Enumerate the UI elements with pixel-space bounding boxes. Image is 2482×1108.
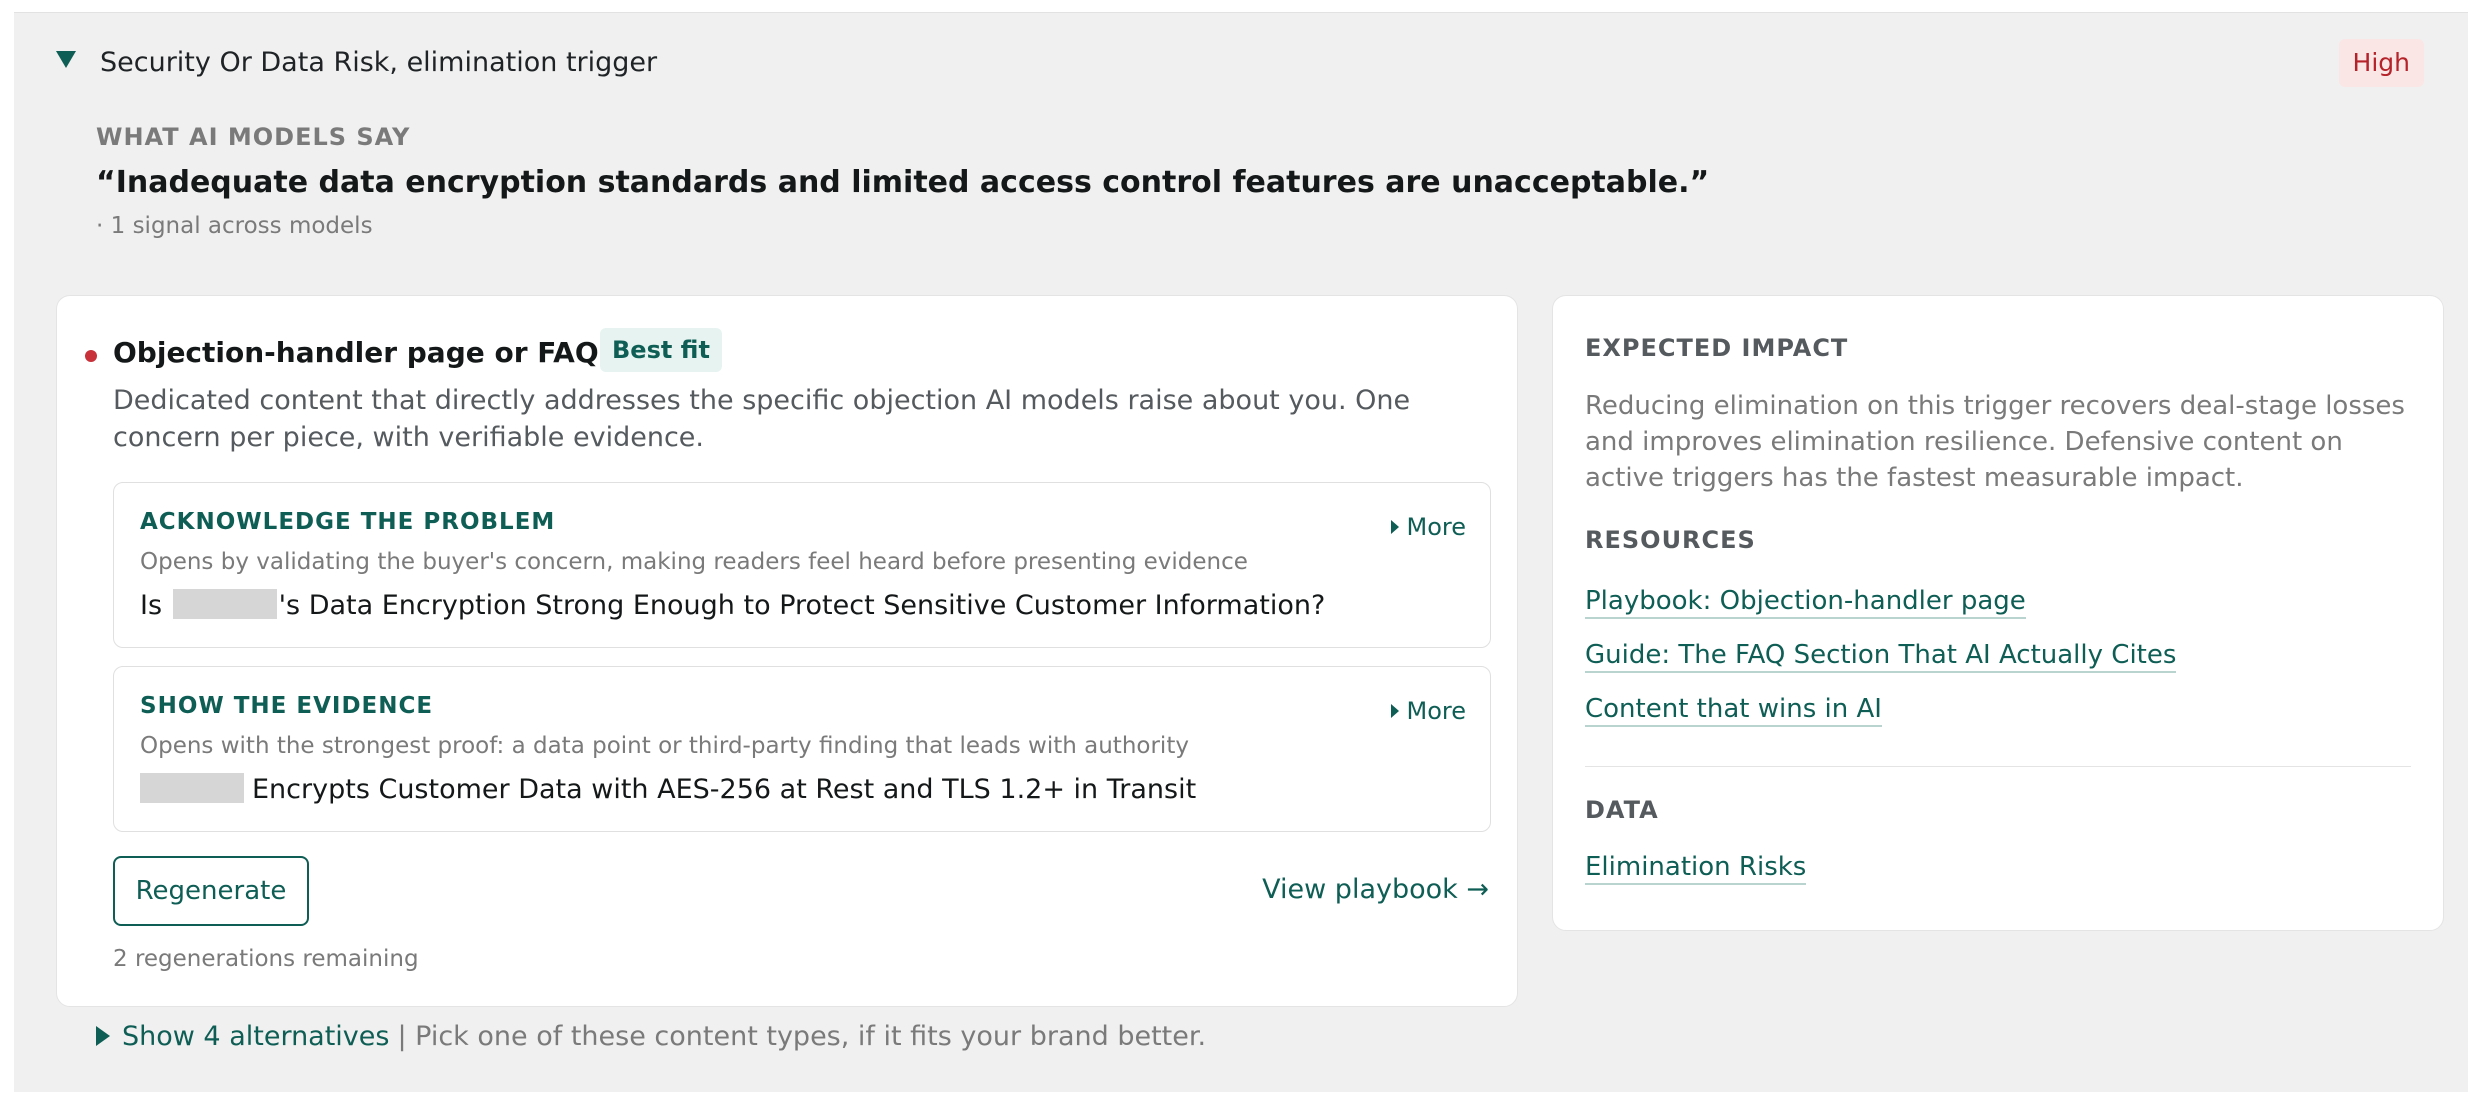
headline-prefix: Is <box>140 590 163 621</box>
resource-link-playbook[interactable]: Playbook: Objection-handler page <box>1585 586 2026 619</box>
model-quote: “Inadequate data encryption standards an… <box>96 165 1710 200</box>
show-alternatives-link[interactable]: Show 4 alternatives <box>122 1021 389 1052</box>
alternatives-note: | Pick one of these content types, if it… <box>397 1021 1207 1052</box>
regenerate-button[interactable]: Regenerate <box>113 856 309 926</box>
data-label: DATA <box>1585 796 1659 824</box>
alternatives-row: Show 4 alternatives | Pick one of these c… <box>96 1021 1206 1061</box>
regenerations-remaining: 2 regenerations remaining <box>113 946 419 972</box>
step-label: SHOW THE EVIDENCE <box>140 693 434 719</box>
step-card-acknowledge: ACKNOWLEDGE THE PROBLEM More Opens by va… <box>113 482 1491 648</box>
redacted-brand <box>172 589 277 619</box>
divider <box>1585 766 2411 767</box>
step-card-evidence: SHOW THE EVIDENCE More Opens with the st… <box>113 666 1491 832</box>
more-button[interactable]: More <box>1390 513 1467 541</box>
recommendation-card: Objection-handler page or FAQ page Best … <box>56 295 1518 1007</box>
step-headline: Is 's Data Encryption Strong Enough to P… <box>140 589 1325 621</box>
expected-impact-label: EXPECTED IMPACT <box>1585 334 1849 362</box>
caret-right-icon <box>1390 520 1399 534</box>
priority-dot-icon <box>85 350 97 362</box>
view-playbook-link[interactable]: View playbook → <box>1262 874 1489 905</box>
expected-impact-text: Reducing elimination on this trigger rec… <box>1585 391 2405 493</box>
recommendation-description: Dedicated content that directly addresse… <box>113 385 1411 453</box>
more-label: More <box>1406 697 1467 725</box>
expected-impact-card: EXPECTED IMPACT Reducing elimination on … <box>1552 295 2444 931</box>
signal-count: · 1 signal across models <box>96 213 373 239</box>
headline-suffix: Encrypts Customer Data with AES-256 at R… <box>252 774 1197 805</box>
more-label: More <box>1406 513 1467 541</box>
data-link-elimination-risks[interactable]: Elimination Risks <box>1585 852 1807 885</box>
caret-down-icon[interactable] <box>56 51 76 68</box>
best-fit-badge: Best fit <box>600 328 722 372</box>
trigger-title: Security Or Data Risk, elimination trigg… <box>100 47 658 78</box>
elimination-trigger-panel: Security Or Data Risk, elimination trigg… <box>14 12 2468 1092</box>
step-label: ACKNOWLEDGE THE PROBLEM <box>140 509 556 535</box>
redacted-brand <box>140 773 244 803</box>
severity-badge: High <box>2338 39 2424 87</box>
step-headline: Encrypts Customer Data with AES-256 at R… <box>140 773 1196 805</box>
headline-suffix: 's Data Encryption Strong Enough to Prot… <box>278 590 1326 621</box>
step-description: Opens with the strongest proof: a data p… <box>140 733 1189 759</box>
caret-right-icon[interactable] <box>96 1026 110 1046</box>
models-say-label: WHAT AI MODELS SAY <box>96 123 411 151</box>
resources-label: RESOURCES <box>1585 526 1756 554</box>
more-button[interactable]: More <box>1390 697 1467 725</box>
resource-link-content[interactable]: Content that wins in AI <box>1585 694 1882 727</box>
caret-right-icon <box>1390 704 1399 718</box>
trigger-header[interactable]: Security Or Data Risk, elimination trigg… <box>14 13 2468 113</box>
resource-link-guide[interactable]: Guide: The FAQ Section That AI Actually … <box>1585 640 2177 673</box>
step-description: Opens by validating the buyer's concern,… <box>140 549 1248 575</box>
